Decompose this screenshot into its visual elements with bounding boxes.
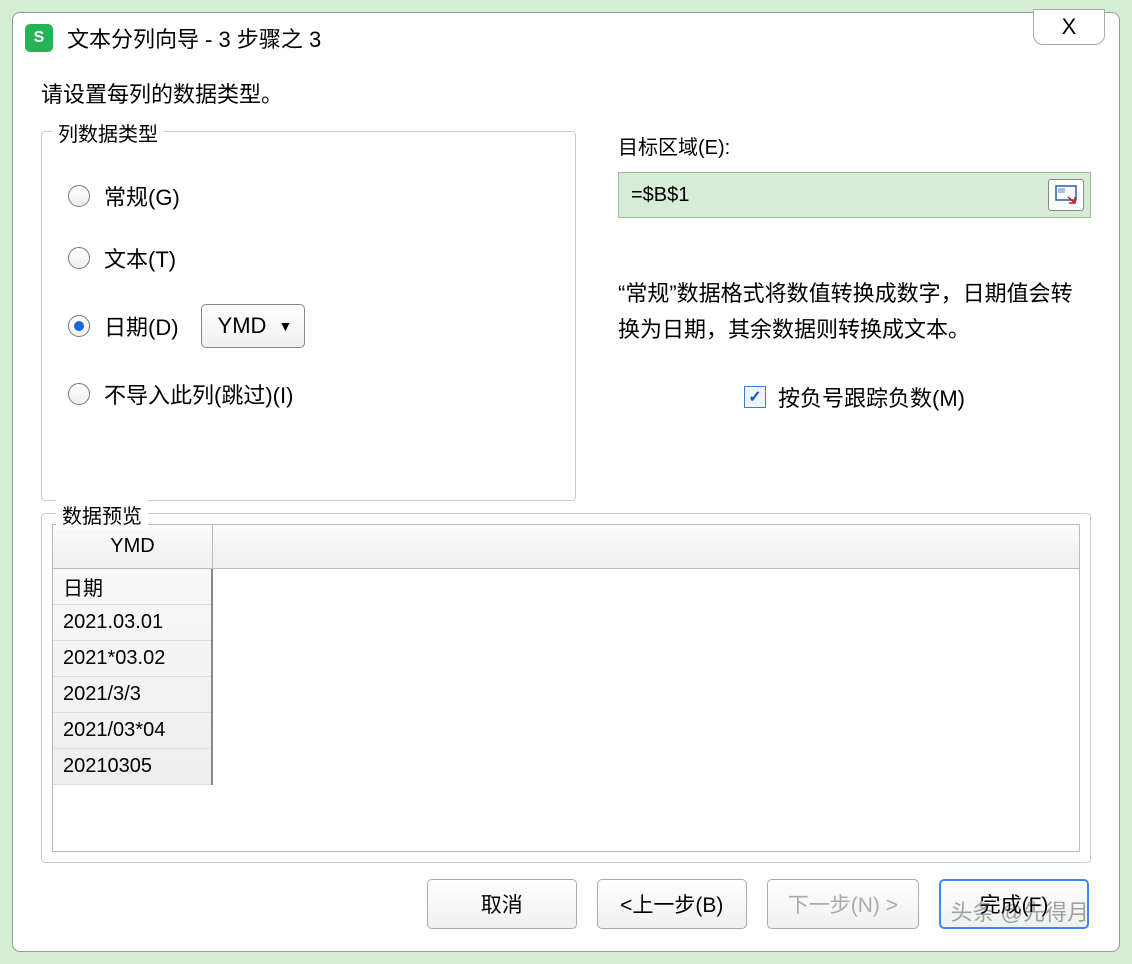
preview-cell: 2021*03.02 [53,641,211,677]
range-select-button[interactable] [1048,179,1084,211]
destination-input-wrap [618,172,1091,218]
column-data-type-fieldset: 列数据类型 常规(G) 文本(T) 日期(D) YMD [41,131,576,501]
destination-input[interactable] [631,184,1048,207]
dialog-title: 文本分列向导 - 3 步骤之 3 [67,22,321,54]
preview-cell: 2021/3/3 [53,677,211,713]
radio-icon [68,185,90,207]
back-button[interactable]: <上一步(B) [597,879,747,929]
track-negative-label: 按负号跟踪负数(M) [778,381,965,413]
data-preview-legend: 数据预览 [56,500,148,529]
date-format-value: YMD [218,313,267,339]
wps-spreadsheet-icon: S [25,24,53,52]
preview-cell: 20210305 [53,749,211,785]
radio-skip[interactable]: 不导入此列(跳过)(I) [68,378,549,410]
radio-icon [68,247,90,269]
back-button-label: <上一步(B) [620,889,723,919]
help-text: “常规”数据格式将数值转换成数字，日期值会转换为日期，其余数据则转换成文本。 [618,276,1091,349]
column-data-type-legend: 列数据类型 [52,118,164,147]
preview-cell: 日期 [53,569,211,605]
cancel-button[interactable]: 取消 [427,879,577,929]
data-preview-fieldset: 数据预览 YMD 日期 2021.03.01 2021*03.02 2021/3… [41,513,1091,863]
radio-general-label: 常规(G) [104,180,180,212]
radio-text[interactable]: 文本(T) [68,242,549,274]
radio-date-label: 日期(D) [104,310,179,342]
next-button: 下一步(N) > [767,879,919,929]
radio-icon [68,315,90,337]
next-button-label: 下一步(N) > [788,889,898,919]
destination-label: 目标区域(E): [618,131,1091,160]
preview-body: 日期 2021.03.01 2021*03.02 2021/3/3 2021/0… [53,569,1079,785]
close-icon: X [1062,14,1077,40]
preview-cell: 2021/03*04 [53,713,211,749]
column-type-radio-group: 常规(G) 文本(T) 日期(D) YMD ▼ [68,180,549,410]
radio-icon [68,383,90,405]
radio-general[interactable]: 常规(G) [68,180,549,212]
preview-cell: 2021.03.01 [53,605,211,641]
chevron-down-icon: ▼ [278,318,292,334]
finish-button[interactable]: 完成(F) [939,879,1089,929]
preview-column[interactable]: 日期 2021.03.01 2021*03.02 2021/3/3 2021/0… [53,569,213,785]
radio-date[interactable]: 日期(D) YMD ▼ [68,304,549,348]
text-to-columns-wizard-dialog: S 文本分列向导 - 3 步骤之 3 X 请设置每列的数据类型。 列数据类型 常… [12,12,1120,952]
checkbox-icon: ✓ [744,386,766,408]
right-panel: 目标区域(E): “常规”数据格式将数值转换成数字，日期值会转换为日期，其余数据… [618,131,1091,501]
cancel-button-label: 取消 [481,889,523,919]
instruction-text: 请设置每列的数据类型。 [41,77,1091,109]
track-negative-checkbox-row[interactable]: ✓ 按负号跟踪负数(M) [618,381,1091,413]
titlebar: S 文本分列向导 - 3 步骤之 3 X [13,13,1119,63]
range-select-icon [1055,185,1077,205]
preview-header-cell[interactable]: YMD [53,525,213,568]
radio-text-label: 文本(T) [104,242,176,274]
finish-button-label: 完成(F) [980,889,1049,919]
dialog-content: 请设置每列的数据类型。 列数据类型 常规(G) 文本(T) 日期(D) [13,63,1119,951]
preview-header-row: YMD [53,525,1079,569]
button-row: 取消 <上一步(B) 下一步(N) > 完成(F) [41,875,1091,939]
date-format-dropdown[interactable]: YMD ▼ [201,304,306,348]
radio-skip-label: 不导入此列(跳过)(I) [104,378,293,410]
upper-area: 列数据类型 常规(G) 文本(T) 日期(D) YMD [41,131,1091,501]
close-button[interactable]: X [1033,9,1105,45]
preview-grid[interactable]: YMD 日期 2021.03.01 2021*03.02 2021/3/3 20… [52,524,1080,852]
